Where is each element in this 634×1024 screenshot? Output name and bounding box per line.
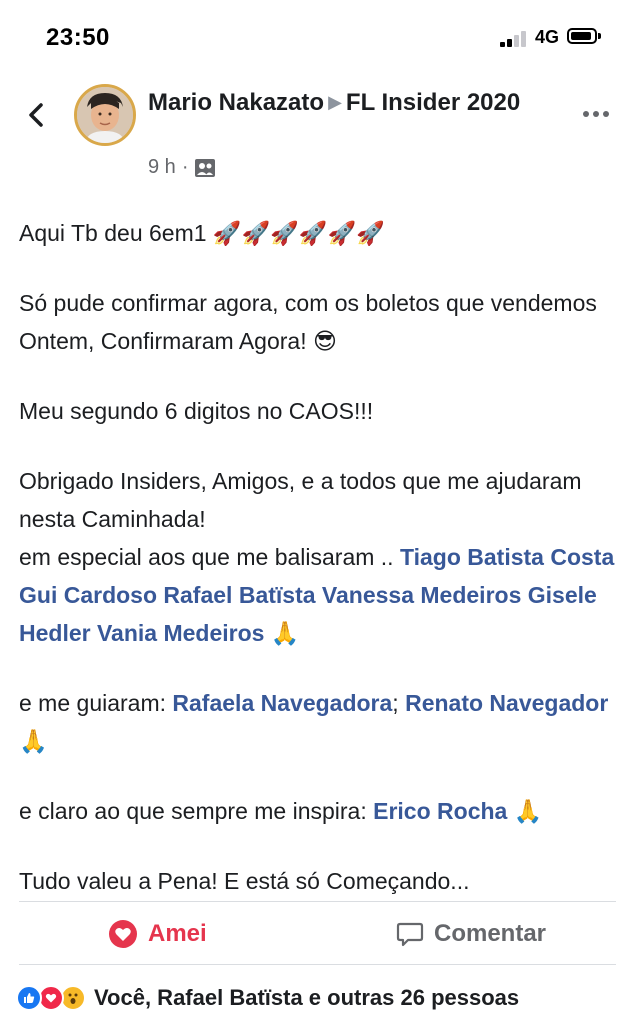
avatar-photo [77,87,133,143]
mention-tag[interactable]: Gui Cardoso [19,582,157,608]
reactions-summary-text: Você, Rafael Batïsta e outras 26 pessoas [94,985,520,1010]
post-paragraph-6: e claro ao que sempre me inspira: Erico … [19,792,619,830]
shared-to-arrow-icon: ▶ [328,92,342,112]
post-body: Aqui Tb deu 6em1 🚀🚀🚀🚀🚀🚀 Só pude confirma… [19,214,619,932]
post-paragraph-5-prefix: e me guiaram: [19,690,173,716]
post-paragraph-7: Tudo valeu a Pena! E está só Começando..… [19,868,470,894]
status-bar: 23:50 4G [0,0,634,70]
post-paragraph-4-line-1: Obrigado Insiders, Amigos, e a todos que… [19,468,582,532]
react-button-label: Amei [148,920,207,947]
mention-tag[interactable]: Rafaela Navegadora [172,690,392,716]
mention-tag[interactable]: Tiago Batista Costa [400,544,614,570]
post-paragraph-5-suffix: 🙏 [19,728,48,754]
comment-button-label: Comentar [434,920,547,947]
post-paragraph-6-prefix: e claro ao que sempre me inspira: [19,798,374,824]
comment-bubble-icon [396,922,424,947]
back-button[interactable] [20,98,54,132]
mention-tag[interactable]: Vania Medeiros [97,620,264,646]
group-name-link[interactable]: FL Insider 2020 [346,89,520,116]
post-author-line: Mario Nakazato ▶ FL Insider 2020 [148,86,568,119]
comment-button[interactable]: Comentar [396,912,546,956]
post-paragraph-2: Só pude confirmar agora, com os boletos … [19,290,597,354]
post-paragraph-4-suffix: 🙏 [264,620,300,646]
author-name-link[interactable]: Mario Nakazato [148,89,324,116]
status-time: 23:50 [46,24,110,51]
post-paragraph-5-mid: ; [392,690,406,716]
battery-tip [598,33,601,39]
battery-icon [567,28,597,44]
more-options-button[interactable] [580,104,612,124]
post-paragraph-3: Meu segundo 6 digitos no CAOS!!! [19,398,374,424]
action-bar-bottom-divider [19,964,616,965]
post-paragraph-6-suffix: 🙏 [507,798,543,824]
author-avatar[interactable] [74,84,136,146]
post-paragraph-1: Aqui Tb deu 6em1 🚀🚀🚀🚀🚀🚀 [19,220,385,246]
mention-tag[interactable]: Erico Rocha [373,798,507,824]
like-icon [16,985,42,1011]
reactions-summary[interactable]: Você, Rafael Batïsta e outras 26 pessoas [16,982,519,1014]
cellular-signal-icon [500,30,530,47]
post-timestamp[interactable]: 9 h [148,156,176,179]
mention-tag[interactable]: Renato Navegador [405,690,608,716]
post-meta: 9 h · [148,156,216,179]
network-type: 4G [535,27,560,47]
post-paragraph-4-prefix: em especial aos que me balisaram .. [19,544,400,570]
more-dots-icon [583,111,609,117]
heart-icon [109,920,137,948]
post-paragraph-4: Obrigado Insiders, Amigos, e a todos que… [19,462,619,652]
action-bar-top-divider [19,901,616,902]
group-audience-icon [195,158,216,177]
mention-tag[interactable]: Rafael Batïsta [163,582,315,608]
chevron-left-icon [29,103,43,127]
react-button[interactable]: Amei [108,912,207,956]
mention-tag[interactable]: Vanessa Medeiros [322,582,521,608]
meta-separator: · [181,156,189,178]
post-paragraph-5: e me guiaram: Rafaela Navegadora; Renato… [19,684,619,760]
